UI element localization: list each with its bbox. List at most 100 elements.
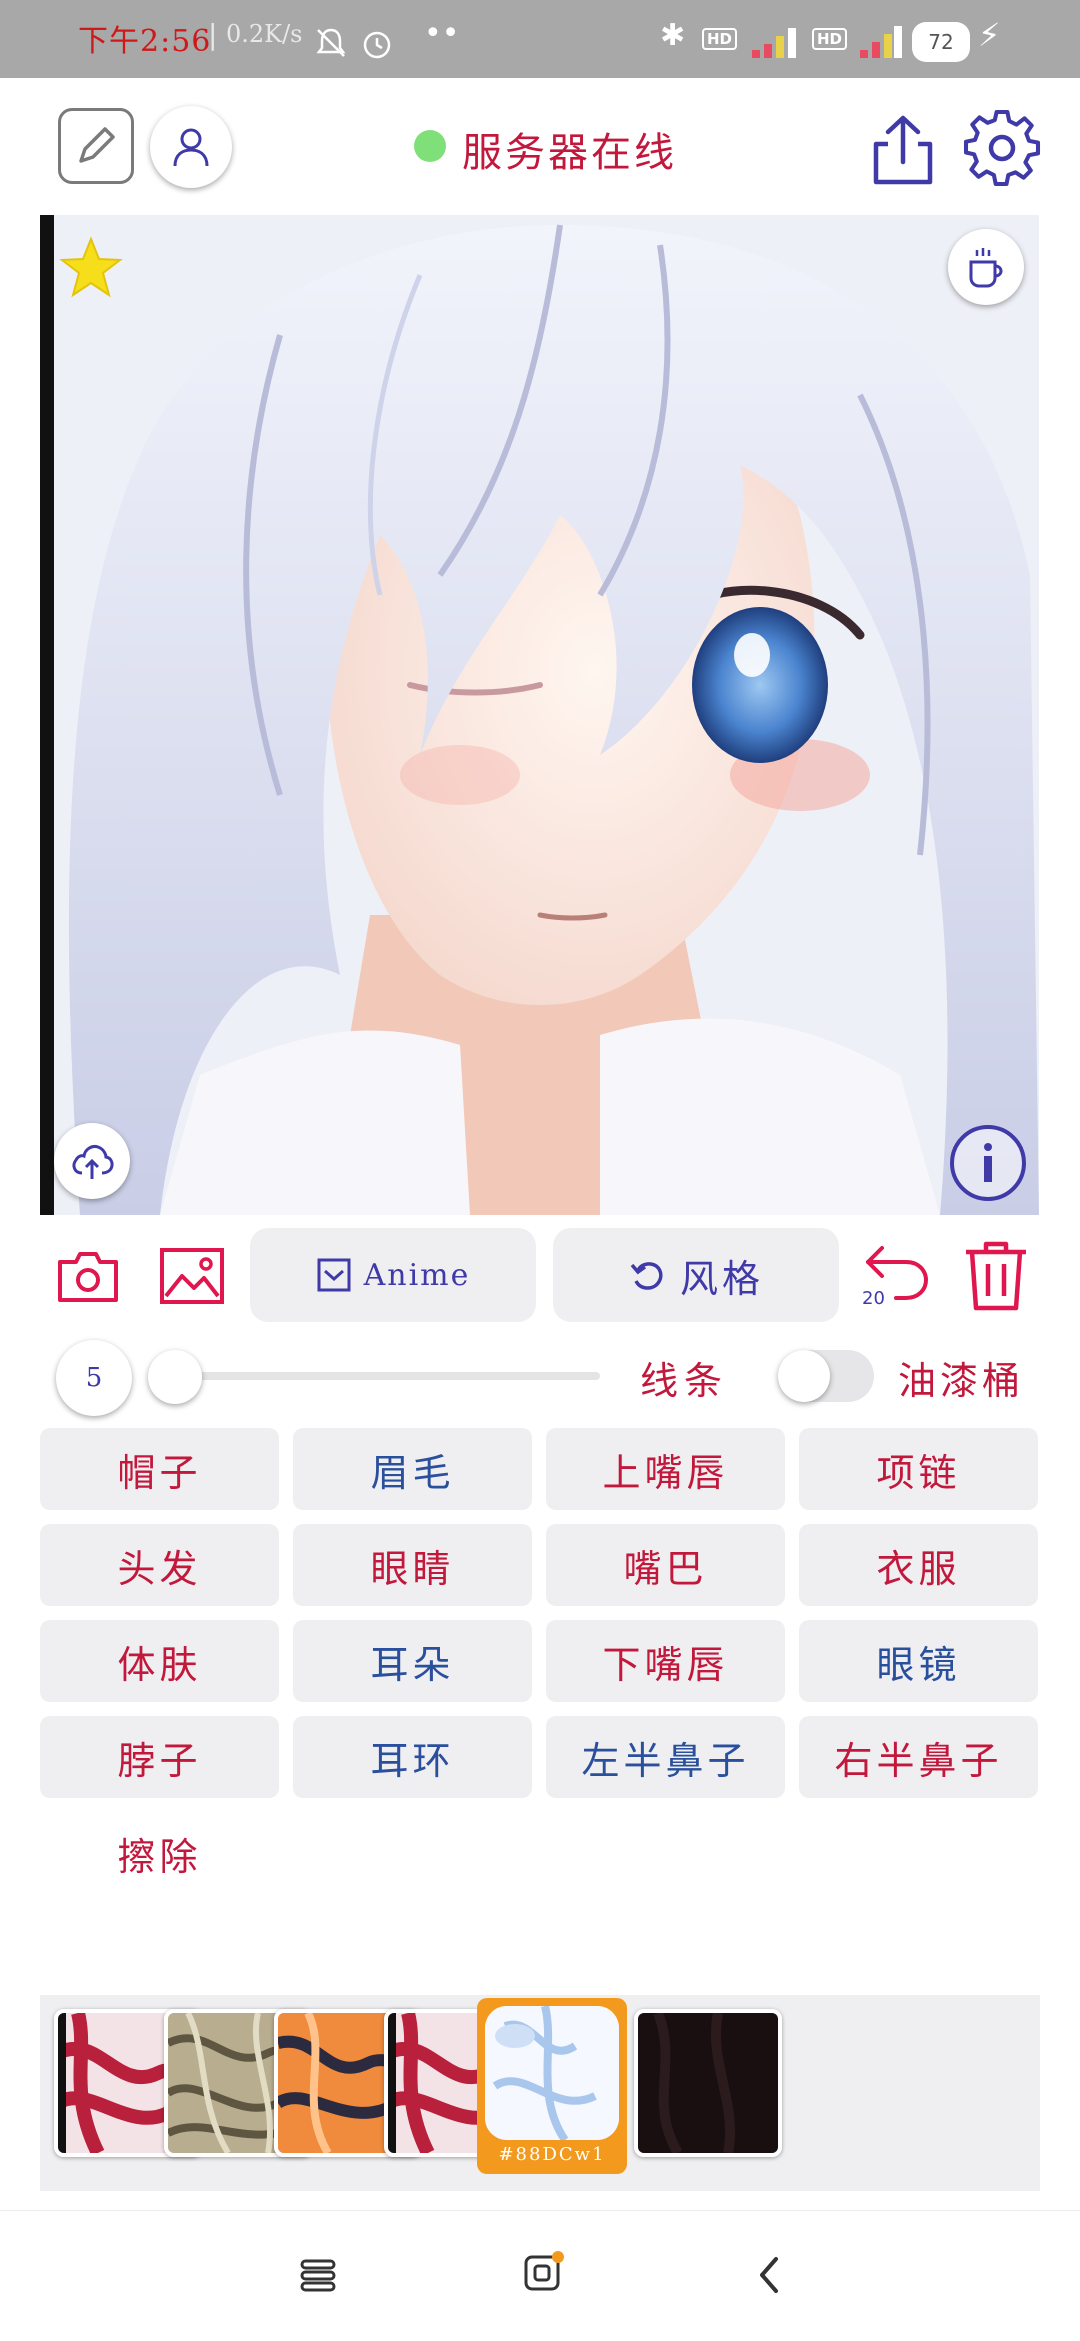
part-label: 体肤 <box>117 1642 202 1687</box>
hd-badge-2: HD <box>812 28 848 50</box>
part-chip-necklace[interactable]: 项链 <box>799 1428 1038 1510</box>
anime-portrait <box>40 215 1039 1215</box>
brush-size-badge: 5 <box>56 1340 132 1416</box>
system-nav-bar <box>0 2210 1080 2341</box>
gallery-icon <box>160 1248 224 1304</box>
camera-button[interactable] <box>56 1248 120 1306</box>
part-chip-left-nose[interactable]: 左半鼻子 <box>546 1716 785 1798</box>
part-chip-eyebrow[interactable]: 眉毛 <box>293 1428 532 1510</box>
signal-icon <box>752 28 796 58</box>
edit-icon <box>79 127 115 163</box>
gallery-button[interactable] <box>158 1246 226 1306</box>
part-chip-lower-lip[interactable]: 下嘴唇 <box>546 1620 785 1702</box>
undo-count: 20 <box>862 1288 885 1309</box>
more-dots-icon: •• <box>424 16 460 51</box>
bluetooth-icon: ✱ <box>660 18 686 53</box>
part-chip-glasses[interactable]: 眼镜 <box>799 1620 1038 1702</box>
bucket-label: 油漆桶 <box>898 1359 1025 1403</box>
gear-icon <box>963 109 1041 187</box>
part-label: 耳环 <box>370 1738 455 1783</box>
part-chip-upper-lip[interactable]: 上嘴唇 <box>546 1428 785 1510</box>
user-button[interactable] <box>150 106 232 188</box>
part-label: 上嘴唇 <box>602 1450 729 1495</box>
part-chip-neck[interactable]: 脖子 <box>40 1716 279 1798</box>
part-chip-right-nose[interactable]: 右半鼻子 <box>799 1716 1038 1798</box>
part-chip-eyes[interactable]: 眼睛 <box>293 1524 532 1606</box>
swatch-pattern <box>485 2006 619 2140</box>
brush-size-value: 5 <box>85 1363 103 1393</box>
part-label: 脖子 <box>117 1738 202 1783</box>
alarm-icon <box>363 31 391 59</box>
share-icon <box>873 115 933 185</box>
canvas-image[interactable] <box>40 215 1039 1215</box>
part-label: 眼镜 <box>876 1642 961 1687</box>
charging-icon: ⚡ <box>978 16 1001 54</box>
coffee-icon <box>969 248 1003 288</box>
status-separator: | <box>208 18 218 51</box>
part-label: 右半鼻子 <box>834 1738 1003 1783</box>
selected-swatch-caption: #88DCw1 <box>498 2144 606 2165</box>
style-label: 风格 <box>679 1256 764 1301</box>
server-status-dot <box>414 130 446 162</box>
part-chip-earrings[interactable]: 耳环 <box>293 1716 532 1798</box>
style-swatch-5-selected[interactable]: #88DCw1 <box>477 1998 627 2174</box>
lines-label: 线条 <box>640 1359 729 1403</box>
signal-icon-2 <box>860 26 902 58</box>
status-net-speed: 0.2K/s <box>226 20 303 48</box>
erase-label: 擦除 <box>117 1834 202 1879</box>
erase-button[interactable]: 擦除 <box>40 1812 279 1894</box>
checkbox-icon <box>317 1258 351 1292</box>
selected-swatch-preview <box>485 2006 619 2140</box>
model-button[interactable]: Anime <box>250 1228 536 1322</box>
back-icon[interactable] <box>754 2255 784 2295</box>
info-icon <box>984 1143 992 1182</box>
lines-toggle-knob <box>778 1350 830 1402</box>
part-label: 衣服 <box>876 1546 961 1591</box>
style-button[interactable]: 风格 <box>553 1228 839 1322</box>
server-status-text: 服务器在线 <box>462 130 677 176</box>
model-label: Anime <box>363 1257 471 1293</box>
part-chip-mouth[interactable]: 嘴巴 <box>546 1524 785 1606</box>
part-chip-skin[interactable]: 体肤 <box>40 1620 279 1702</box>
camera-icon <box>58 1252 118 1302</box>
part-label: 左半鼻子 <box>581 1738 750 1783</box>
brush-slider-thumb[interactable] <box>148 1350 202 1404</box>
status-bar: 下午2:56 | 0.2K/s •• ✱ HD HD 72 ⚡ <box>0 0 1080 78</box>
hd-badge: HD <box>702 28 738 50</box>
brush-size-slider[interactable] <box>148 1372 600 1380</box>
upload-icon <box>72 1145 114 1179</box>
part-label: 嘴巴 <box>623 1546 708 1591</box>
delete-button[interactable] <box>962 1238 1030 1312</box>
star-icon[interactable] <box>58 235 124 301</box>
part-label: 眉毛 <box>370 1450 455 1495</box>
style-swatch-tray: #88DCw1 <box>40 1995 1040 2191</box>
info-button[interactable] <box>950 1125 1026 1201</box>
mute-icon <box>316 28 346 57</box>
part-chip-clothes[interactable]: 衣服 <box>799 1524 1038 1606</box>
home-icon[interactable] <box>522 2247 566 2295</box>
part-chip-ears[interactable]: 耳朵 <box>293 1620 532 1702</box>
battery-level: 72 <box>928 30 954 54</box>
coffee-button[interactable] <box>948 229 1024 305</box>
battery-icon: 72 <box>912 22 970 62</box>
share-button[interactable] <box>866 112 940 188</box>
lines-toggle[interactable] <box>778 1350 874 1402</box>
menu-icon[interactable] <box>298 2255 338 2295</box>
part-chip-hat[interactable]: 帽子 <box>40 1428 279 1510</box>
part-label: 耳朵 <box>370 1642 455 1687</box>
part-label: 项链 <box>876 1450 961 1495</box>
status-time: 下午2:56 <box>78 24 212 59</box>
part-label: 帽子 <box>117 1450 202 1495</box>
trash-icon <box>966 1241 1026 1311</box>
redo-icon <box>630 1262 663 1290</box>
part-label: 下嘴唇 <box>602 1642 729 1687</box>
part-label: 头发 <box>117 1546 202 1591</box>
edit-button[interactable] <box>58 108 134 184</box>
undo-button[interactable]: 20 <box>860 1238 932 1309</box>
part-label: 眼睛 <box>370 1546 455 1591</box>
settings-button[interactable] <box>962 108 1042 188</box>
upload-button[interactable] <box>54 1123 130 1199</box>
swatch-pattern <box>638 2013 778 2153</box>
style-swatch-6[interactable] <box>634 2009 782 2157</box>
part-chip-hair[interactable]: 头发 <box>40 1524 279 1606</box>
